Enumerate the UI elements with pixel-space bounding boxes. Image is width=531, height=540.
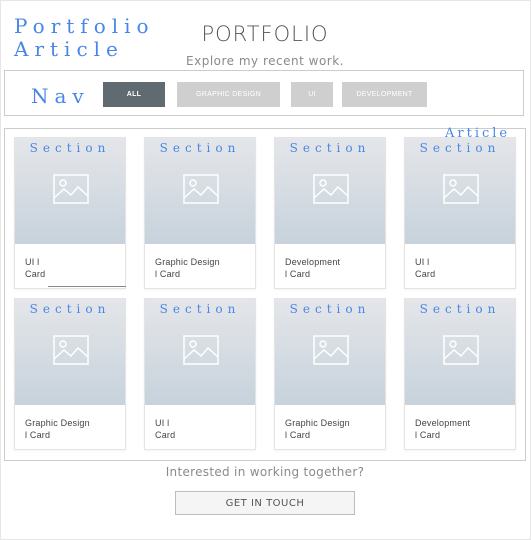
filter-all-button[interactable]: ALL [103, 82, 165, 107]
card-label-line1: UI l [415, 257, 430, 267]
image-placeholder-icon [443, 174, 479, 204]
card-label: Graphic Design l Card [25, 417, 90, 441]
page-subtitle: Explore my recent work. [186, 54, 344, 68]
portfolio-card[interactable]: Section Graphic Design l Card [144, 137, 256, 289]
card-image-placeholder: Section [15, 138, 125, 244]
portfolio-card[interactable]: Section UI l Card [144, 298, 256, 450]
portfolio-card[interactable]: Section Development l Card [274, 137, 386, 289]
card-label: Development l Card [415, 417, 470, 441]
card-label: UI l Card [25, 256, 45, 280]
card-image-placeholder: Section [275, 299, 385, 405]
card-label-line1: Graphic Design [25, 418, 90, 428]
image-placeholder-icon [313, 174, 349, 204]
wireframe-label-section: Section [289, 141, 371, 155]
card-label-line2: Card [155, 430, 176, 440]
portfolio-card[interactable]: Section UI l Card [14, 137, 126, 289]
wireframe-label-section: Section [159, 302, 241, 316]
card-image-placeholder: Section [405, 299, 515, 405]
card-label-line1: UI l [25, 257, 40, 267]
card-label-line1: UI l [155, 418, 170, 428]
image-placeholder-icon [53, 174, 89, 204]
image-placeholder-icon [443, 335, 479, 365]
card-label: Graphic Design l Card [285, 417, 350, 441]
card-label-line2: l Card [155, 269, 181, 279]
filter-development-button[interactable]: DEVELOPMENT [342, 82, 427, 107]
wireframe-label-nav: Nav [31, 84, 90, 108]
wireframe-label-article: Article [14, 37, 124, 61]
page-title: PORTFOLIO [201, 22, 329, 46]
card-label-line1: Development [285, 257, 341, 267]
card-label-line2: l Card [25, 430, 51, 440]
portfolio-card[interactable]: Section Development l Card [404, 298, 516, 450]
image-placeholder-icon [313, 335, 349, 365]
filter-ui-button[interactable]: UI [291, 82, 333, 107]
card-image-placeholder: Section [275, 138, 385, 244]
wireframe-label-portfolio: Portfolio [14, 14, 155, 38]
card-label: Graphic Design l Card [155, 256, 220, 280]
card-image-placeholder: Section [145, 138, 255, 244]
card-image-placeholder: Section [145, 299, 255, 405]
wireframe-label-section: Section [29, 302, 111, 316]
card-label: UI l Card [415, 256, 435, 280]
image-placeholder-icon [53, 335, 89, 365]
image-placeholder-icon [183, 174, 219, 204]
card-label-line2: Card [415, 269, 436, 279]
card-label-line1: Graphic Design [285, 418, 350, 428]
wireframe-label-section: Section [289, 302, 371, 316]
portfolio-card[interactable]: Section Graphic Design l Card [274, 298, 386, 450]
wireframe-label-section: Section [419, 141, 501, 155]
card-underline [48, 286, 126, 287]
card-label-line2: l Card [415, 430, 441, 440]
wireframe-label-section: Section [419, 302, 501, 316]
cta-text: Interested in working together? [165, 465, 365, 479]
get-in-touch-button[interactable]: GET IN TOUCH [175, 491, 355, 515]
card-label-line2: l Card [285, 430, 311, 440]
image-placeholder-icon [183, 335, 219, 365]
filter-graphic-design-button[interactable]: GRAPHIC DESIGN [177, 82, 280, 107]
card-image-placeholder: Section [15, 299, 125, 405]
wireframe-label-section: Section [159, 141, 241, 155]
card-label: UI l Card [155, 417, 175, 441]
card-label-line1: Development [415, 418, 471, 428]
portfolio-card[interactable]: Section Graphic Design l Card [14, 298, 126, 450]
wireframe-label-section: Section [29, 141, 111, 155]
card-image-placeholder: Section [405, 138, 515, 244]
card-label-line2: l Card [285, 269, 311, 279]
card-label-line2: Card [25, 269, 46, 279]
portfolio-card[interactable]: Section UI l Card [404, 137, 516, 289]
card-label-line1: Graphic Design [155, 257, 220, 267]
card-label: Development l Card [285, 256, 340, 280]
